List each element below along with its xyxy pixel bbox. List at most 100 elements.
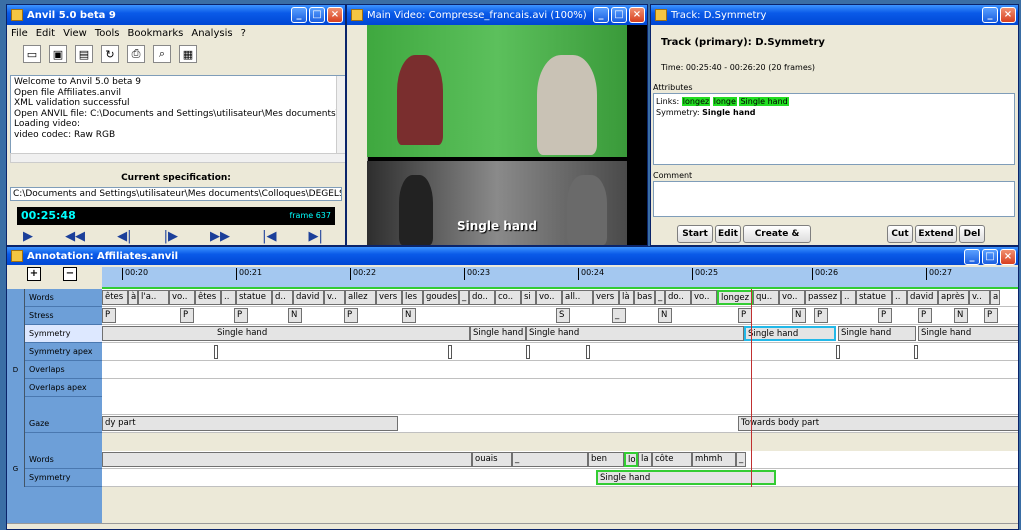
annotation-element[interactable]: a [990, 290, 1000, 305]
annotation-element[interactable]: d.. [272, 290, 293, 305]
step-forward-icon[interactable]: |▶ [164, 229, 178, 244]
annotation-element-linked[interactable]: Single hand [596, 470, 776, 485]
apex-marker[interactable] [214, 345, 218, 359]
apex-marker[interactable] [448, 345, 452, 359]
link-tag[interactable]: Single hand [739, 97, 789, 106]
comment-field[interactable] [653, 181, 1015, 217]
stress-element[interactable]: P [814, 308, 828, 323]
extend-button[interactable]: Extend [915, 225, 957, 243]
annotation-element[interactable]: vo.. [536, 290, 562, 305]
delete-button[interactable]: Del [959, 225, 985, 243]
image-icon[interactable]: ▦ [179, 45, 197, 63]
annotation-element[interactable]: v.. [969, 290, 990, 305]
stress-element[interactable]: P [102, 308, 116, 323]
annotation-element[interactable]: qu.. [753, 290, 779, 305]
menu-tools[interactable]: Tools [95, 28, 120, 39]
annotation-element[interactable]: mhmh [692, 452, 736, 467]
stress-element[interactable]: P [738, 308, 752, 323]
maximize-icon[interactable]: □ [309, 7, 325, 23]
track-name-overlaps-apex[interactable]: Overlaps apex [25, 379, 102, 397]
rewind-icon[interactable]: ◀◀ [65, 229, 85, 244]
menu-help[interactable]: ? [241, 28, 246, 39]
annotation-element[interactable]: côte [652, 452, 692, 467]
annotation-element[interactable]: co.. [495, 290, 521, 305]
go-end-icon[interactable]: ▶| [309, 229, 323, 244]
stress-element[interactable]: N [792, 308, 806, 323]
annotation-element[interactable]: l'a.. [138, 290, 169, 305]
annotation-element[interactable] [102, 452, 472, 467]
annotation-titlebar[interactable]: Annotation: Affiliates.anvil _ □ × [7, 247, 1018, 265]
close-icon[interactable]: × [629, 7, 645, 23]
start-button[interactable]: Start [677, 225, 713, 243]
log-vertical-scrollbar[interactable] [336, 76, 345, 156]
stress-element[interactable]: P [234, 308, 248, 323]
annotation-element[interactable]: Single hand [918, 326, 1018, 341]
annotation-element[interactable]: _ [736, 452, 746, 467]
annotation-element[interactable]: ben [588, 452, 624, 467]
log-horizontal-scrollbar[interactable] [10, 153, 345, 163]
close-icon[interactable]: × [1000, 249, 1016, 265]
track-name-symmetry[interactable]: Symmetry [25, 325, 102, 343]
stress-element[interactable]: P [878, 308, 892, 323]
annotation-element[interactable]: passez [805, 290, 841, 305]
track-titlebar[interactable]: Track: D.Symmetry _ × [651, 5, 1018, 25]
annotation-element[interactable]: vers [376, 290, 402, 305]
annotation-element[interactable]: vo.. [779, 290, 805, 305]
annotation-element[interactable]: .. [892, 290, 907, 305]
step-back-icon[interactable]: ◀| [117, 229, 131, 244]
annotation-element[interactable]: Single hand [102, 326, 470, 341]
anvil-titlebar[interactable]: Anvil 5.0 beta 9 _ □ × [7, 5, 345, 25]
annotation-element[interactable]: statue [856, 290, 892, 305]
annotation-element[interactable]: david [293, 290, 324, 305]
search-icon[interactable]: ⌕ [153, 45, 171, 63]
minimize-icon[interactable]: _ [964, 249, 980, 265]
stress-element[interactable]: P [984, 308, 998, 323]
annotation-element[interactable]: .. [841, 290, 856, 305]
cut-button[interactable]: Cut [887, 225, 913, 243]
stress-element[interactable]: N [288, 308, 302, 323]
annotation-element[interactable]: Towards body part [738, 416, 1018, 431]
track-name-gaze[interactable]: Gaze [25, 415, 102, 433]
annotation-element[interactable]: bas [634, 290, 655, 305]
link-tag[interactable]: longez [681, 97, 711, 106]
menu-edit[interactable]: Edit [36, 28, 55, 39]
annotation-element[interactable]: david [907, 290, 938, 305]
annotation-element[interactable]: _ [459, 290, 469, 305]
print-icon[interactable]: ⎙ [127, 45, 145, 63]
annotation-horizontal-scrollbar[interactable] [7, 523, 1018, 529]
zoom-in-button[interactable]: + [27, 267, 41, 281]
annotation-element[interactable]: .. [221, 290, 236, 305]
stress-element[interactable]: _ [612, 308, 626, 323]
annotation-element[interactable]: all.. [562, 290, 593, 305]
minimize-icon[interactable]: _ [593, 7, 609, 23]
annotation-element[interactable]: vo.. [169, 290, 195, 305]
annotation-element[interactable]: après [938, 290, 969, 305]
annotation-element[interactable]: do.. [469, 290, 495, 305]
maximize-icon[interactable]: □ [982, 249, 998, 265]
annotation-element[interactable]: êtes [102, 290, 128, 305]
annotation-element[interactable]: allez [345, 290, 376, 305]
save-icon[interactable]: ▣ [49, 45, 67, 63]
track-name-words-g[interactable]: Words [25, 451, 102, 469]
attributes-panel[interactable]: Links: longez longe Single hand Symmetry… [653, 93, 1015, 165]
annotation-element[interactable]: la [638, 452, 652, 467]
stress-element[interactable]: P [918, 308, 932, 323]
close-icon[interactable]: × [1000, 7, 1016, 23]
video-position-slider[interactable] [347, 25, 368, 245]
menu-analysis[interactable]: Analysis [191, 28, 232, 39]
minimize-icon[interactable]: _ [291, 7, 307, 23]
play-icon[interactable]: ▶ [23, 229, 33, 244]
annotation-element[interactable]: _ [655, 290, 665, 305]
annotation-element[interactable]: do.. [665, 290, 691, 305]
annotation-element[interactable]: _ [512, 452, 588, 467]
stress-element[interactable]: P [180, 308, 194, 323]
maximize-icon[interactable]: □ [611, 7, 627, 23]
annotation-element[interactable]: Single hand [470, 326, 526, 341]
annotation-element[interactable]: Single hand [838, 326, 916, 341]
edit-button[interactable]: Edit [715, 225, 741, 243]
annotation-element[interactable]: vo.. [691, 290, 717, 305]
apex-marker[interactable] [914, 345, 918, 359]
annotation-element[interactable]: là [619, 290, 634, 305]
annotation-element[interactable]: à [128, 290, 138, 305]
annotation-element[interactable]: v.. [324, 290, 345, 305]
